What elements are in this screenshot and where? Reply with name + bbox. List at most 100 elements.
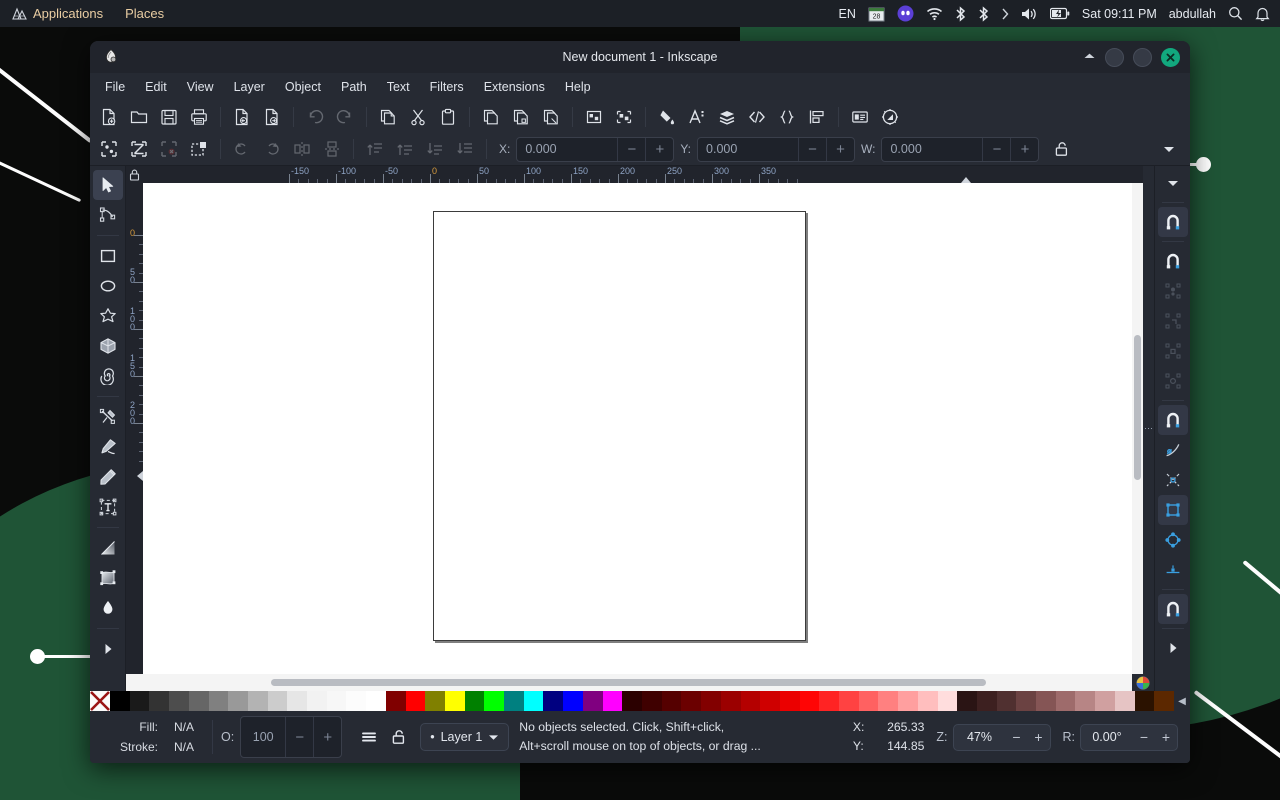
- lower-button[interactable]: [420, 136, 450, 162]
- keyboard-layout-indicator[interactable]: EN: [839, 7, 856, 21]
- layer-lock-toggle[interactable]: [384, 724, 414, 750]
- layer-visibility-toggle[interactable]: [354, 724, 384, 750]
- rotation-value[interactable]: 0.00°: [1081, 725, 1133, 750]
- discord-icon[interactable]: [897, 5, 914, 22]
- menu-help[interactable]: Help: [556, 76, 600, 98]
- zoom-in-button[interactable]: +: [1028, 725, 1050, 750]
- rotation-decrement-button[interactable]: −: [1133, 725, 1155, 750]
- palette-swatch[interactable]: [583, 691, 603, 711]
- vertical-ruler[interactable]: 050100150200: [126, 183, 143, 674]
- fill-and-stroke-button[interactable]: [652, 104, 682, 130]
- volume-icon[interactable]: [1021, 7, 1038, 21]
- palette-swatch[interactable]: [622, 691, 642, 711]
- palette-swatch[interactable]: [741, 691, 761, 711]
- document-properties-button[interactable]: [845, 104, 875, 130]
- x-position-field[interactable]: 0.000 − +: [516, 137, 674, 162]
- minimize-button[interactable]: [1105, 48, 1124, 67]
- layer-selector[interactable]: • Layer 1: [420, 723, 509, 751]
- palette-swatch[interactable]: [228, 691, 248, 711]
- toolbar-overflow-button[interactable]: [1154, 136, 1184, 162]
- width-field[interactable]: 0.000 − +: [881, 137, 1039, 162]
- y-position-field[interactable]: 0.000 − +: [697, 137, 855, 162]
- palette-swatch[interactable]: [346, 691, 366, 711]
- new-document-button[interactable]: [94, 104, 124, 130]
- copy-button[interactable]: [373, 104, 403, 130]
- palette-swatch[interactable]: [287, 691, 307, 711]
- selector-tool[interactable]: [93, 170, 123, 200]
- menu-filters[interactable]: Filters: [421, 76, 473, 98]
- palette-swatch[interactable]: [425, 691, 445, 711]
- palette-swatch[interactable]: [465, 691, 485, 711]
- select-all-button[interactable]: [94, 136, 124, 162]
- wifi-icon[interactable]: [926, 7, 943, 21]
- palette-swatch[interactable]: [268, 691, 288, 711]
- opacity-decrement-button[interactable]: −: [285, 717, 313, 757]
- save-document-button[interactable]: [154, 104, 184, 130]
- box3d-tool[interactable]: [93, 331, 123, 361]
- palette-swatch[interactable]: [1075, 691, 1095, 711]
- snap-nodes-toggle[interactable]: [1158, 405, 1188, 435]
- palette-swatch[interactable]: [366, 691, 386, 711]
- lock-aspect-ratio-toggle[interactable]: [1047, 136, 1077, 162]
- menu-extensions[interactable]: Extensions: [475, 76, 554, 98]
- menu-path[interactable]: Path: [332, 76, 376, 98]
- palette-swatch[interactable]: [662, 691, 682, 711]
- spiral-tool[interactable]: [93, 361, 123, 391]
- unlink-clone-button[interactable]: [536, 104, 566, 130]
- document-page[interactable]: [433, 211, 806, 641]
- cut-button[interactable]: [403, 104, 433, 130]
- palette-swatch[interactable]: [130, 691, 150, 711]
- ruler-unit-lock-button[interactable]: [126, 166, 143, 183]
- palette-swatch[interactable]: [110, 691, 130, 711]
- bluetooth-icon[interactable]: [955, 6, 966, 22]
- chevron-right-icon[interactable]: [1001, 8, 1009, 20]
- width-increment-button[interactable]: +: [1010, 138, 1038, 161]
- node-tool[interactable]: [93, 200, 123, 230]
- group-objects-button[interactable]: [579, 104, 609, 130]
- zoom-out-button[interactable]: −: [1006, 725, 1028, 750]
- snap-path-intersections-toggle[interactable]: [1158, 465, 1188, 495]
- zoom-value[interactable]: 47%: [954, 725, 1006, 750]
- palette-swatch[interactable]: [406, 691, 426, 711]
- star-tool[interactable]: [93, 301, 123, 331]
- deselect-button[interactable]: [154, 136, 184, 162]
- lower-to-bottom-button[interactable]: [450, 136, 480, 162]
- close-button[interactable]: [1161, 48, 1180, 67]
- rotate-ccw-button[interactable]: [227, 136, 257, 162]
- width-value[interactable]: 0.000: [882, 138, 982, 161]
- canvas-panel-handle[interactable]: ⋯: [1143, 183, 1154, 674]
- y-increment-button[interactable]: +: [826, 138, 854, 161]
- palette-swatch[interactable]: [977, 691, 997, 711]
- undo-button[interactable]: [300, 104, 330, 130]
- rotation-field[interactable]: 0.00° − +: [1080, 724, 1178, 751]
- calendar-icon[interactable]: 28: [868, 6, 885, 22]
- select-touch-button[interactable]: [184, 136, 214, 162]
- window-titlebar[interactable]: New document 1 - Inkscape: [90, 41, 1190, 73]
- more-tools-button[interactable]: [93, 634, 123, 664]
- palette-swatch[interactable]: [721, 691, 741, 711]
- palette-swatch[interactable]: [327, 691, 347, 711]
- horizontal-scrollbar-thumb[interactable]: [271, 679, 986, 686]
- palette-swatch[interactable]: [878, 691, 898, 711]
- calligraphy-tool[interactable]: [93, 432, 123, 462]
- snap-to-paths-toggle[interactable]: [1158, 435, 1188, 465]
- palette-swatch[interactable]: [1016, 691, 1036, 711]
- open-document-button[interactable]: [124, 104, 154, 130]
- text-tool[interactable]: [93, 492, 123, 522]
- raise-button[interactable]: [390, 136, 420, 162]
- palette-swatch[interactable]: [504, 691, 524, 711]
- width-decrement-button[interactable]: −: [982, 138, 1010, 161]
- places-menu[interactable]: Places: [121, 4, 168, 23]
- selectors-button[interactable]: [772, 104, 802, 130]
- palette-scroll-left-icon[interactable]: ◀: [1174, 691, 1190, 711]
- palette-swatch[interactable]: [209, 691, 229, 711]
- menu-edit[interactable]: Edit: [136, 76, 176, 98]
- menu-layer[interactable]: Layer: [225, 76, 274, 98]
- ellipse-tool[interactable]: [93, 271, 123, 301]
- redo-button[interactable]: [330, 104, 360, 130]
- rotation-increment-button[interactable]: +: [1155, 725, 1177, 750]
- fill-stroke-indicator[interactable]: Fill: N/A Stroke: N/A: [96, 717, 204, 757]
- x-decrement-button[interactable]: −: [617, 138, 645, 161]
- palette-swatch[interactable]: [189, 691, 209, 711]
- palette-swatch[interactable]: [1095, 691, 1115, 711]
